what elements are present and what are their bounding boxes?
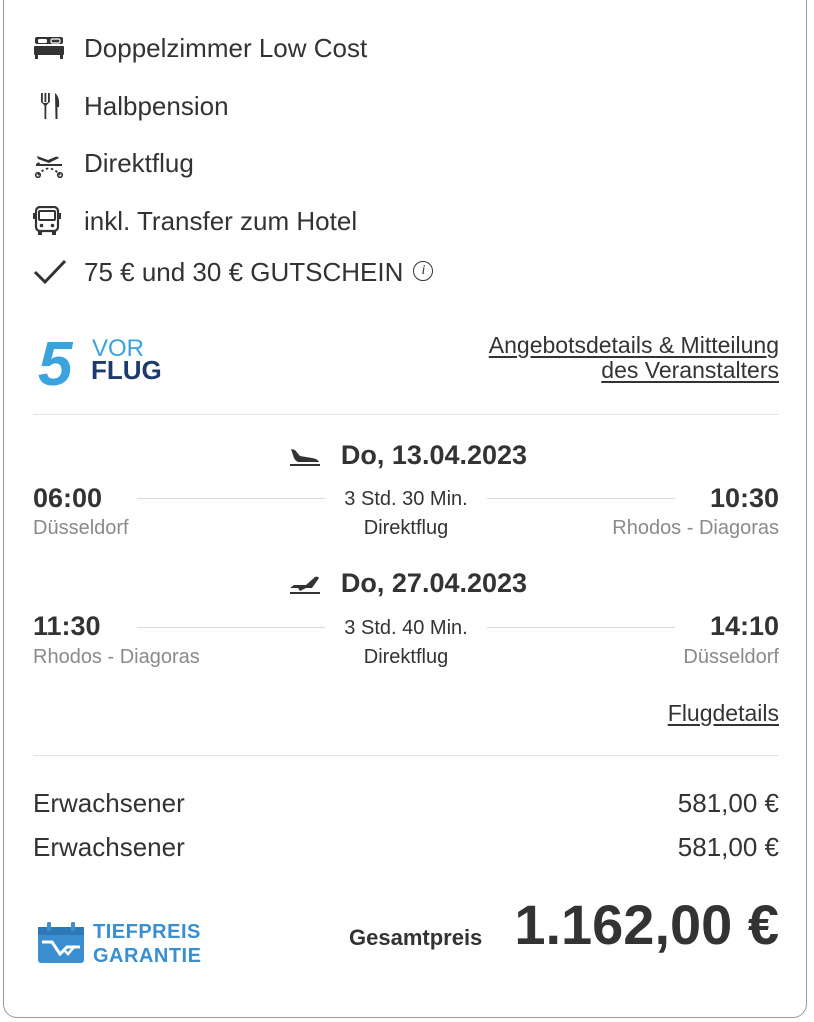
feature-label: Direktflug bbox=[84, 147, 194, 178]
voucher-text: 75 € und 30 € GUTSCHEIN bbox=[84, 256, 404, 287]
return-departure-place: Rhodos - Diagoras bbox=[33, 646, 200, 668]
return-departure-time: 11:30 bbox=[33, 611, 101, 641]
outbound-date-row: Do, 13.04.2023 bbox=[0, 440, 814, 471]
direct-flight-icon bbox=[33, 148, 71, 178]
feature-flight: Direktflug bbox=[33, 146, 194, 180]
outbound-arrival-time: 10:30 bbox=[709, 483, 779, 513]
outbound-date: Do, 13.04.2023 bbox=[340, 440, 528, 470]
outbound-duration: 3 Std. 30 Min. bbox=[344, 488, 468, 510]
info-icon[interactable]: i bbox=[413, 260, 434, 281]
logo-bottom-text: FLUG bbox=[91, 355, 162, 385]
total-price: 1.162,00 € bbox=[514, 893, 779, 956]
return-date: Do, 27.04.2023 bbox=[340, 568, 528, 598]
feature-label: inkl. Transfer zum Hotel bbox=[84, 205, 358, 236]
feature-transfer: inkl. Transfer zum Hotel bbox=[33, 204, 357, 238]
return-duration: 3 Std. 40 Min. bbox=[344, 617, 468, 639]
outbound-departure-place: Düsseldorf bbox=[33, 517, 129, 539]
return-arrival-time: 14:10 bbox=[709, 611, 779, 641]
return-date-row: Do, 27.04.2023 bbox=[0, 568, 814, 599]
outbound-departure-time: 06:00 bbox=[33, 483, 103, 513]
badge-text: TIEFPREIS GARANTIE bbox=[93, 920, 201, 968]
return-arrival-place: Düsseldorf bbox=[683, 646, 779, 668]
price-row-value: 581,00 € bbox=[677, 788, 779, 818]
outbound-arrival-place: Rhodos - Diagoras bbox=[612, 517, 779, 539]
tiefpreis-garantie-badge: TIEFPREIS GARANTIE bbox=[37, 918, 201, 970]
feature-label: Halbpension bbox=[84, 90, 229, 121]
flight-details-link[interactable]: Flugdetails bbox=[668, 700, 779, 727]
5vorflug-logo: 5 VOR FLUG bbox=[38, 330, 178, 399]
price-row-label: Erwachsener bbox=[33, 832, 185, 862]
checkmark-icon bbox=[33, 257, 71, 287]
offer-link-line2[interactable]: des Veranstalters bbox=[489, 358, 779, 383]
feature-room: Doppelzimmer Low Cost bbox=[33, 31, 367, 65]
offer-link-line1[interactable]: Angebotsdetails & Mitteilung bbox=[489, 333, 779, 358]
feature-label: Doppelzimmer Low Cost bbox=[84, 32, 368, 63]
total-label: Gesamtpreis bbox=[349, 925, 483, 950]
logo-number: 5 bbox=[38, 330, 74, 390]
bed-icon bbox=[33, 33, 71, 63]
feature-label: 75 € und 30 € GUTSCHEIN i bbox=[84, 256, 434, 288]
divider bbox=[33, 414, 779, 415]
bus-icon bbox=[33, 206, 71, 236]
cutlery-icon bbox=[33, 91, 71, 121]
feature-board: Halbpension bbox=[33, 89, 229, 123]
calendar-price-icon bbox=[37, 920, 85, 969]
outbound-flight-type: Direktflug bbox=[363, 517, 449, 539]
price-row-value: 581,00 € bbox=[677, 832, 779, 862]
return-flight-type: Direktflug bbox=[363, 646, 449, 668]
badge-line2: GARANTIE bbox=[93, 945, 202, 967]
plane-takeoff-icon bbox=[287, 572, 323, 596]
plane-landing-icon bbox=[287, 444, 323, 468]
price-row-label: Erwachsener bbox=[33, 788, 185, 818]
feature-voucher: 75 € und 30 € GUTSCHEIN i bbox=[33, 255, 434, 289]
divider bbox=[33, 755, 779, 756]
offer-details-link[interactable]: Angebotsdetails & Mitteilung des Veranst… bbox=[489, 333, 779, 383]
badge-line1: TIEFPREIS bbox=[93, 921, 201, 943]
